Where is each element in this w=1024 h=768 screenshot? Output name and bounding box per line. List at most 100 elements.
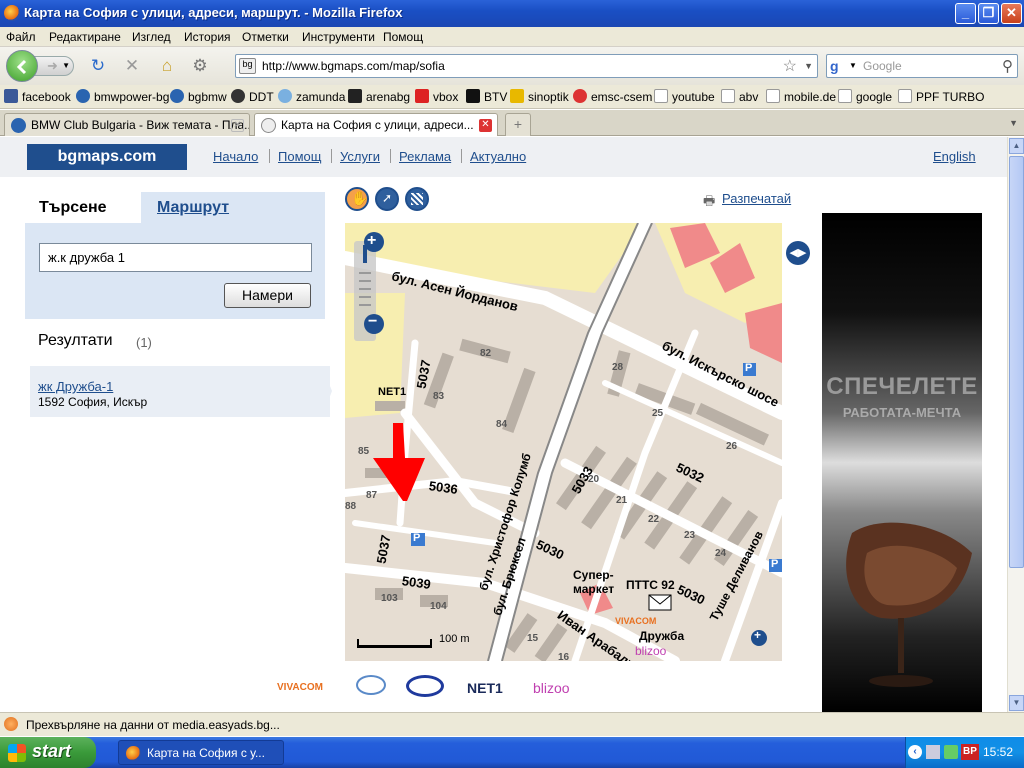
taskbar-item-firefox[interactable]: Карта на София с у... <box>118 740 284 765</box>
nav-link-help[interactable]: Помощ <box>278 149 321 164</box>
bookmark-sinoptik[interactable]: sinoptik <box>510 89 569 104</box>
menu-edit[interactable]: Редактиране <box>49 30 121 44</box>
building-number: 85 <box>358 446 370 457</box>
map-canvas[interactable]: + − + 100 m P P P бул. Асен Йорданов бул… <box>345 223 782 661</box>
new-tab-button[interactable]: + <box>505 113 531 136</box>
tray-expand-icon[interactable]: ‹ <box>908 745 922 759</box>
menu-tools[interactable]: Инструменти <box>302 30 375 44</box>
building-number: 23 <box>684 530 696 541</box>
building-number: 83 <box>433 391 445 402</box>
security-icon[interactable] <box>944 745 958 759</box>
bgmaps-icon <box>261 118 276 133</box>
nav-link-services[interactable]: Услуги <box>340 149 380 164</box>
site-logo[interactable]: bgmaps.com <box>27 144 187 170</box>
bookmark-bgbmw[interactable]: bgbmw <box>170 89 227 104</box>
network-icon[interactable] <box>926 745 940 759</box>
bookmark-emsc[interactable]: emsc-csem <box>573 89 652 104</box>
bookmark-ppf-turbo[interactable]: PPF TURBO <box>898 89 984 104</box>
tab-list-icon[interactable]: ▼ <box>1009 118 1018 128</box>
tab-close-icon[interactable]: ✕ <box>231 119 244 132</box>
tab-bmw-club[interactable]: BMW Club Bulgaria - Виж темата - Пла... … <box>4 113 250 136</box>
expand-map-button[interactable]: ◀▶ <box>786 241 810 265</box>
search-placeholder[interactable]: Google <box>863 59 902 73</box>
tab-route[interactable]: Маршрут <box>157 199 229 217</box>
partner-swirl-logo[interactable] <box>356 675 386 695</box>
scroll-up-icon[interactable]: ▲ <box>1009 138 1024 154</box>
building-number: 82 <box>480 348 492 359</box>
reload-icon[interactable]: ↻ <box>88 56 108 76</box>
divider <box>390 149 391 163</box>
map-add-icon[interactable]: + <box>754 628 761 642</box>
poi-label: ПТТС 92 <box>626 578 675 592</box>
nav-link-news[interactable]: Актуално <box>470 149 526 164</box>
url-bar[interactable]: bg http://www.bgmaps.com/map/sofia ☆ ▼ <box>235 54 818 78</box>
scroll-thumb[interactable] <box>1009 156 1024 568</box>
zoom-in-button[interactable]: + <box>367 232 376 250</box>
tab-search[interactable]: Търсене <box>25 192 141 223</box>
back-button[interactable] <box>6 50 38 82</box>
menu-bookmarks[interactable]: Отметки <box>242 30 289 44</box>
menu-help[interactable]: Помощ <box>383 30 423 44</box>
bmw-icon <box>11 118 26 133</box>
stop-icon[interactable]: ✕ <box>122 56 142 76</box>
building-number: 87 <box>366 490 378 501</box>
search-input[interactable]: ж.к дружба 1 <box>39 243 312 272</box>
tab-close-icon[interactable]: ✕ <box>479 119 492 132</box>
zoom-select-tool-button[interactable]: ➚ <box>375 187 399 211</box>
vertical-scrollbar[interactable]: ▲ ▼ <box>1007 137 1024 712</box>
bookmark-arenabg[interactable]: arenabg <box>348 89 410 104</box>
sinoptik-icon <box>510 89 524 103</box>
nav-link-ads[interactable]: Реклама <box>399 149 451 164</box>
close-button[interactable]: ✕ <box>1001 3 1022 24</box>
partner-blizoo[interactable]: blizoo <box>533 680 570 696</box>
bookmark-google[interactable]: google <box>838 89 892 104</box>
menu-view[interactable]: Изглед <box>132 30 171 44</box>
printer-icon[interactable]: 🖶 <box>703 192 715 214</box>
search-bar[interactable]: g ▼ Google ⚲ <box>826 54 1018 78</box>
result-link[interactable]: жк Дружба-1 <box>38 379 113 394</box>
building-number: 88 <box>345 501 357 512</box>
bookmark-btv[interactable]: BTV <box>466 89 507 104</box>
tab-label: Карта на София с улици, адреси... <box>281 118 474 132</box>
forward-button[interactable]: ➜ ▼ <box>34 56 74 76</box>
bookmark-bmwpower[interactable]: bmwpower-bg <box>76 89 169 104</box>
scroll-down-icon[interactable]: ▼ <box>1009 695 1024 711</box>
minimize-button[interactable]: _ <box>955 3 976 24</box>
nav-link-home[interactable]: Начало <box>213 149 258 164</box>
bookmark-abv[interactable]: abv <box>721 89 758 104</box>
search-icon[interactable]: ⚲ <box>1002 57 1013 75</box>
bookmark-ddt[interactable]: DDT <box>231 89 274 104</box>
partner-cco-logo[interactable] <box>406 675 444 697</box>
language-indicator[interactable]: BP <box>961 744 979 760</box>
url-text[interactable]: http://www.bgmaps.com/map/sofia <box>262 59 445 73</box>
partner-net1[interactable]: NET1 <box>467 680 503 696</box>
history-dropdown-icon[interactable]: ▼ <box>62 61 70 70</box>
ad-banner[interactable]: СПЕЧЕЛЕТЕ РАБОТАТА-МЕЧТА <box>822 213 982 712</box>
zoom-out-button[interactable]: − <box>368 313 377 331</box>
pan-tool-button[interactable]: ✋ <box>345 187 369 211</box>
layers-tool-button[interactable] <box>405 187 429 211</box>
home-icon[interactable]: ⌂ <box>157 56 177 76</box>
language-link[interactable]: English <box>933 149 976 164</box>
bookmark-star-icon[interactable]: ☆ <box>783 56 797 76</box>
print-link[interactable]: Разпечатай <box>722 191 791 206</box>
engine-dropdown-icon[interactable]: ▼ <box>849 61 857 70</box>
find-button[interactable]: Намери <box>224 283 311 308</box>
results-count: (1) <box>136 335 152 350</box>
bookmark-mobile-de[interactable]: mobile.de <box>766 89 836 104</box>
tab-bgmaps[interactable]: Карта на София с улици, адреси... ✕ <box>254 113 498 136</box>
menu-history[interactable]: История <box>184 30 231 44</box>
bookmark-zamunda[interactable]: zamunda <box>278 89 345 104</box>
google-icon[interactable]: g <box>830 58 846 74</box>
start-button[interactable]: start <box>0 737 96 768</box>
building-number: 15 <box>527 633 539 644</box>
url-dropdown-icon[interactable]: ▼ <box>804 61 813 71</box>
site-identity-icon[interactable]: bg <box>239 58 256 74</box>
bookmark-facebook[interactable]: facebook <box>4 89 71 104</box>
bookmark-youtube[interactable]: youtube <box>654 89 715 104</box>
maximize-button[interactable]: ❐ <box>978 3 999 24</box>
partner-vivacom[interactable]: VIVACOM <box>277 682 323 693</box>
addon-icon[interactable]: ⚙ <box>190 56 210 76</box>
bookmark-vbox[interactable]: vbox <box>415 89 458 104</box>
menu-file[interactable]: Файл <box>6 30 36 44</box>
